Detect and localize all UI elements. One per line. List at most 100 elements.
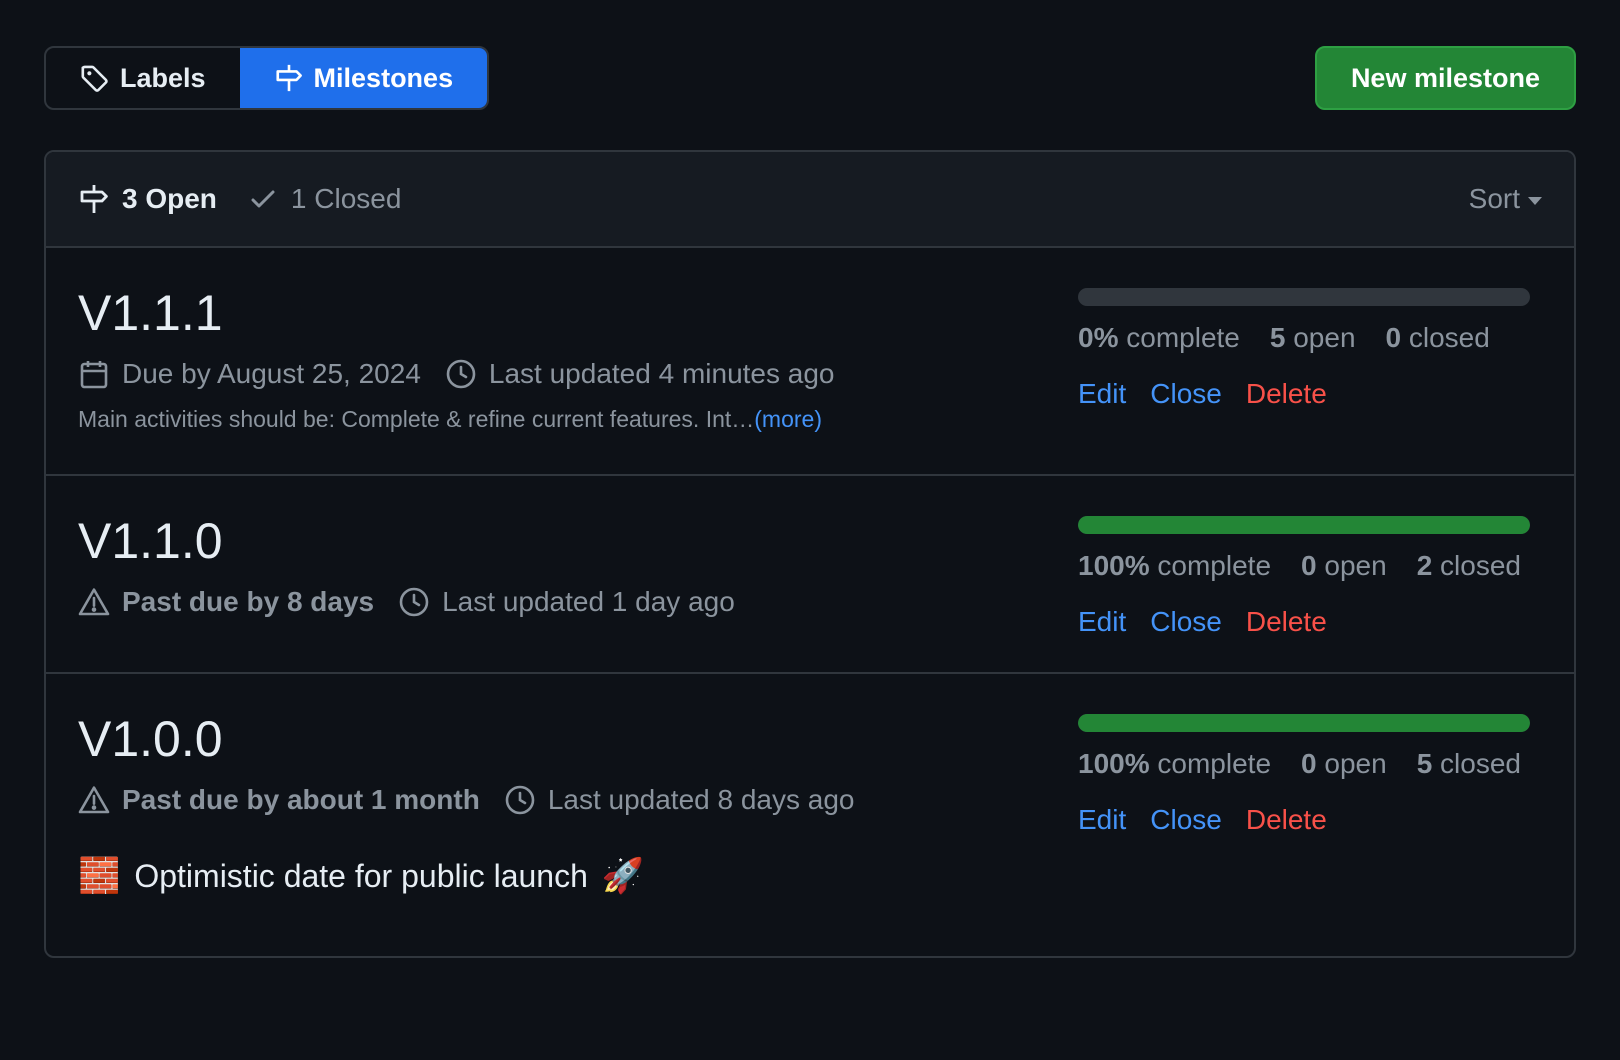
percent-value: 0% <box>1078 322 1119 353</box>
open-count: 5 <box>1269 322 1286 353</box>
closed-count-label: 1 Closed <box>290 183 402 214</box>
open-issues: 0 open <box>1301 748 1387 780</box>
labels-tab-label: Labels <box>120 62 206 93</box>
progress-stats: 100% complete 0 open 2 closed <box>1078 550 1530 582</box>
sort-dropdown[interactable]: Sort <box>1469 183 1542 215</box>
open-word: open <box>1324 550 1387 581</box>
labels-milestones-toggle: Labels Milestones <box>44 46 490 110</box>
milestone-info: V1.1.0 Past due by 8 days Last updated 1… <box>78 476 759 618</box>
progress-bar-fill <box>1078 714 1530 732</box>
progress-bar <box>1078 288 1530 306</box>
percent-value: 100% <box>1078 748 1150 779</box>
open-count: 0 <box>1301 550 1317 581</box>
open-count: 0 <box>1301 748 1317 779</box>
last-updated: Last updated 4 minutes ago <box>445 358 835 390</box>
closed-filter[interactable]: 1 Closed <box>247 183 402 215</box>
edit-link[interactable]: Edit <box>1078 378 1126 410</box>
milestone-title[interactable]: V1.1.1 <box>78 288 859 338</box>
closed-count: 5 <box>1416 748 1433 779</box>
closed-count: 0 <box>1385 322 1402 353</box>
closed-word: closed <box>1440 748 1521 779</box>
description-text: Optimistic date for public launch <box>134 857 588 894</box>
clock-icon <box>399 587 429 617</box>
milestone-meta: Due by August 25, 2024 Last updated 4 mi… <box>78 358 859 390</box>
calendar-icon <box>80 361 108 389</box>
due-date-text: Due by August 25, 2024 <box>122 358 421 389</box>
open-issues: 0 open <box>1301 550 1387 582</box>
open-word: open <box>1293 322 1356 353</box>
complete-word: complete <box>1157 550 1272 581</box>
milestone-meta: Past due by 8 days Last updated 1 day ag… <box>78 586 759 618</box>
milestone-actions: Edit Close Delete <box>1078 804 1530 836</box>
last-updated-text: Last updated 4 minutes ago <box>488 358 835 389</box>
milestone-row: V1.0.0 Past due by about 1 month Last up… <box>46 674 1574 956</box>
milestone-progress: 0% complete 5 open 0 closed Edit Close D… <box>1078 248 1530 410</box>
alert-icon <box>78 588 110 616</box>
sort-label: Sort <box>1468 183 1520 214</box>
delete-link[interactable]: Delete <box>1246 378 1327 410</box>
milestone-progress: 100% complete 0 open 5 closed Edit Close… <box>1078 674 1530 836</box>
milestone-icon <box>80 185 108 213</box>
rocket-emoji: 🚀 <box>601 857 645 895</box>
close-link[interactable]: Close <box>1150 606 1222 638</box>
closed-word: closed <box>1440 550 1521 581</box>
milestone-info: V1.0.0 Past due by about 1 month Last up… <box>78 674 879 896</box>
bricks-emoji: 🧱 <box>78 857 121 895</box>
progress-stats: 100% complete 0 open 5 closed <box>1078 748 1530 780</box>
edit-link[interactable]: Edit <box>1078 804 1126 836</box>
open-count-label: 3 Open <box>122 183 217 214</box>
milestones-list-header: 3 Open 1 Closed Sort <box>46 152 1574 248</box>
close-link[interactable]: Close <box>1150 378 1222 410</box>
milestone-description: Main activities should be: Complete & re… <box>78 406 859 433</box>
due-date: Due by August 25, 2024 <box>78 358 421 390</box>
closed-issues: 5 closed <box>1417 748 1521 780</box>
open-filter[interactable]: 3 Open <box>78 183 217 215</box>
milestone-description: 🧱 Optimistic date for public launch 🚀 <box>78 856 879 896</box>
close-link[interactable]: Close <box>1150 804 1222 836</box>
complete-word: complete <box>1126 322 1240 353</box>
last-updated-text: Last updated 8 days ago <box>547 784 855 815</box>
clock-icon <box>446 359 476 389</box>
milestones-tab-label: Milestones <box>313 62 454 93</box>
closed-issues: 2 closed <box>1417 550 1521 582</box>
edit-link[interactable]: Edit <box>1078 606 1126 638</box>
closed-count: 2 <box>1416 550 1433 581</box>
description-text: Main activities should be: Complete & re… <box>78 406 755 432</box>
milestone-row: V1.1.0 Past due by 8 days Last updated 1… <box>46 476 1574 674</box>
closed-issues: 0 closed <box>1386 322 1490 354</box>
new-milestone-button[interactable]: New milestone <box>1314 46 1576 110</box>
milestone-actions: Edit Close Delete <box>1078 378 1530 410</box>
past-due-text: Past due by 8 days <box>122 586 375 617</box>
milestone-icon <box>275 64 302 92</box>
open-word: open <box>1324 748 1387 779</box>
percent-complete: 100% complete <box>1078 550 1271 582</box>
caret-down-icon <box>1528 197 1542 205</box>
progress-bar <box>1078 516 1530 534</box>
percent-complete: 0% complete <box>1078 322 1240 354</box>
past-due-text: Past due by about 1 month <box>122 784 480 815</box>
past-due: Past due by 8 days <box>78 586 374 618</box>
complete-word: complete <box>1157 748 1272 779</box>
progress-bar-fill <box>1078 516 1530 534</box>
labels-tab[interactable]: Labels <box>46 48 240 108</box>
percent-value: 100% <box>1078 550 1150 581</box>
milestone-title[interactable]: V1.0.0 <box>78 714 879 764</box>
alert-icon <box>78 786 110 814</box>
clock-icon <box>505 785 535 815</box>
delete-link[interactable]: Delete <box>1246 606 1327 638</box>
milestones-tab[interactable]: Milestones <box>239 48 488 108</box>
last-updated: Last updated 8 days ago <box>504 784 855 816</box>
past-due: Past due by about 1 month <box>78 784 480 816</box>
progress-stats: 0% complete 5 open 0 closed <box>1078 322 1530 354</box>
open-issues: 5 open <box>1270 322 1356 354</box>
milestone-actions: Edit Close Delete <box>1078 606 1530 638</box>
milestone-title[interactable]: V1.1.0 <box>78 516 759 566</box>
milestone-row: V1.1.1 Due by August 25, 2024 Last updat… <box>46 248 1574 476</box>
last-updated-text: Last updated 1 day ago <box>442 586 735 617</box>
closed-word: closed <box>1408 322 1490 353</box>
last-updated: Last updated 1 day ago <box>398 586 735 618</box>
more-link[interactable]: (more) <box>754 406 822 432</box>
delete-link[interactable]: Delete <box>1246 804 1327 836</box>
milestone-progress: 100% complete 0 open 2 closed Edit Close… <box>1078 476 1530 638</box>
milestone-info: V1.1.1 Due by August 25, 2024 Last updat… <box>78 248 859 433</box>
